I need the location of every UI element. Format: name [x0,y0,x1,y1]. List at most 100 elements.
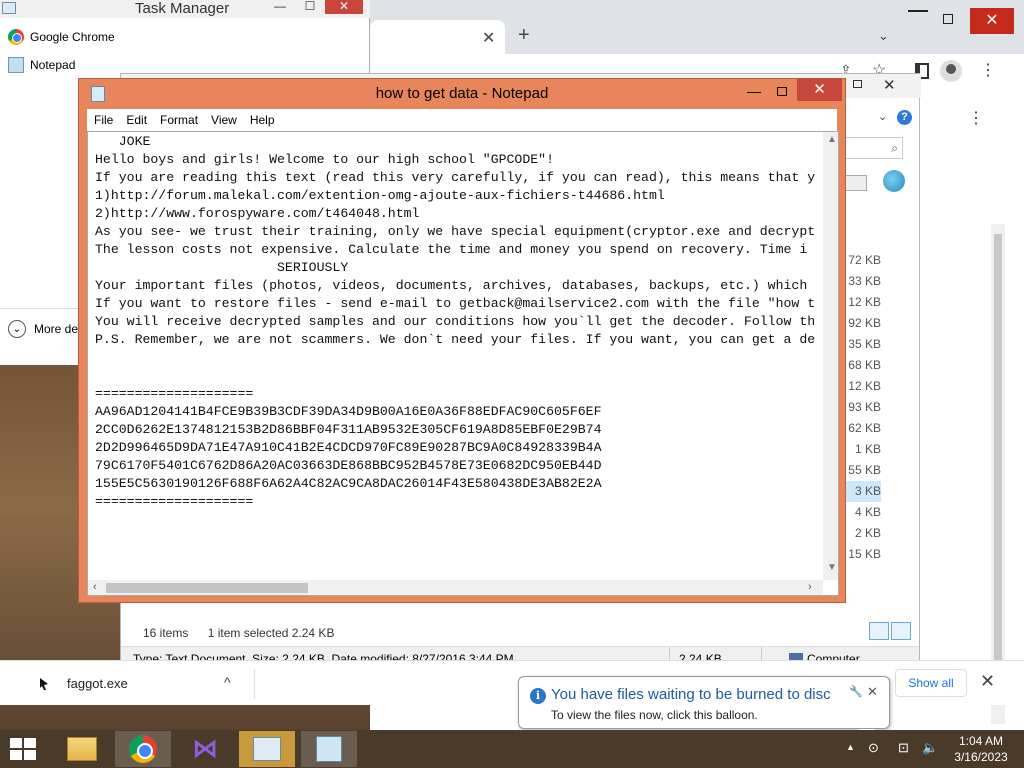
text-line[interactable]: As you see- we trust their training, onl… [95,223,821,241]
text-line[interactable]: 2CC0D6262E1374812153B2D86BBF04F311AB9532… [95,421,821,439]
view-mode-toggle[interactable] [867,622,911,643]
explorer-vertical-scrollbar[interactable] [991,224,1005,724]
show-all-button[interactable]: Show all [895,669,967,697]
taskbar-visual-studio[interactable]: ⋈ [177,731,233,767]
minimize-button[interactable]: — [747,83,761,99]
ribbon-expand-chevron-icon[interactable]: ⌄ [878,110,887,123]
maximize-button[interactable] [853,80,862,88]
tab-close-icon[interactable]: ✕ [482,28,495,48]
notification-balloon[interactable]: i You have files waiting to be burned to… [518,676,890,739]
close-button[interactable]: ✕ [883,76,896,94]
balloon-message: To view the files now, click this balloo… [551,708,758,722]
text-line[interactable]: Hello boys and girls! Welcome to our hig… [95,151,821,169]
taskbar-chrome[interactable] [115,731,171,767]
pin-icon[interactable]: 🔧 [849,685,863,698]
text-line[interactable]: P.S. Remember, we are not scammers. We d… [95,331,821,349]
tab-search-chevron-icon[interactable]: ⌄ [878,28,889,44]
menu-edit[interactable]: Edit [126,113,147,127]
notepad-icon [316,736,342,762]
chevron-down-icon: ⌄ [8,320,26,338]
text-editor[interactable]: JOKE Hello boys and girls! Welcome to our… [87,131,839,596]
item-count: 16 items [143,626,189,640]
text-line[interactable]: The lesson costs not expensive. Calculat… [95,241,821,259]
maximize-button[interactable] [943,14,953,24]
system-clock[interactable]: 1:04 AM 3/16/2023 [950,733,1012,765]
close-button[interactable]: ✕ [325,0,363,14]
show-hidden-icons-chevron[interactable]: ▲ [846,742,855,752]
scroll-thumb[interactable] [994,234,1002,689]
close-button[interactable]: ✕ [797,79,842,101]
search-input[interactable]: ⌕ [841,137,903,159]
profile-avatar[interactable] [940,60,962,82]
vertical-scrollbar[interactable]: ▲ ▼ [823,132,838,580]
chrome-menu-icon[interactable]: ⋮ [980,60,996,80]
notepad-titlebar[interactable]: how to get data - Notepad — ✕ [79,79,845,109]
close-icon[interactable]: ✕ [867,684,878,700]
start-button[interactable] [10,738,38,760]
text-line[interactable]: ==================== [95,385,821,403]
taskbar-notepad[interactable] [301,731,357,767]
close-icon[interactable]: ✕ [980,671,995,692]
text-line[interactable]: AA96AD1204141B4FCE9B39B3CDF39DA34D9B00A1… [95,403,821,421]
menu-help[interactable]: Help [250,113,275,127]
text-line[interactable]: 1)http://forum.malekal.com/extention-omg… [95,187,821,205]
minimize-button[interactable]: — [265,0,295,14]
executable-file-icon [40,678,48,690]
clock-date: 3/16/2023 [954,750,1008,764]
text-line[interactable]: If you are reading this text (read this … [95,169,821,187]
menu-view[interactable]: View [211,113,237,127]
text-line[interactable]: You will receive decrypted samples and o… [95,313,821,331]
volume-icon[interactable]: 🔈 [922,740,938,756]
text-line[interactable]: If you want to restore files - send e-ma… [95,295,821,313]
menu-file[interactable]: File [94,113,113,127]
maximize-button[interactable] [777,87,787,96]
text-line[interactable] [95,349,821,367]
network-icon[interactable]: ⊡ [898,740,914,756]
scroll-down-icon[interactable]: ▼ [827,562,837,573]
chevron-up-icon[interactable]: ^ [224,674,231,690]
menu-format[interactable]: Format [160,113,198,127]
horizontal-scrollbar[interactable]: ‹ › [88,580,823,595]
new-tab-button[interactable]: + [518,24,530,47]
task-manager-title: Task Manager [135,0,230,17]
more-details-button[interactable]: ⌄ More de [8,320,78,338]
scroll-right-icon[interactable]: › [808,581,812,593]
task-manager-titlebar[interactable]: Task Manager — ☐ ✕ [0,0,370,18]
more-details-label: More de [34,322,79,336]
windows-logo-pane [24,738,36,748]
scroll-thumb[interactable] [106,583,308,593]
text-line[interactable]: SERIOUSLY [95,259,821,277]
text-line[interactable]: 79C6170F5401C6762D86A20AC03663DE868BBC95… [95,457,821,475]
visual-studio-icon: ⋈ [192,734,218,764]
divider [254,669,255,699]
taskbar-file-explorer[interactable] [54,731,110,767]
help-icon[interactable]: ? [897,110,912,125]
window-title: how to get data - Notepad [375,85,549,102]
task-list-item-notepad[interactable]: Notepad [8,55,75,75]
taskbar: ⋈ ▲ ⊙ ⊡ 🔈 1:04 AM 3/16/2023 [0,730,1024,768]
text-line[interactable]: 2)http://www.forospyware.com/t464048.htm… [95,205,821,223]
task-list-item-label: Notepad [30,58,76,72]
explorer-status: 16 items 1 item selected 2.24 KB [143,626,334,640]
maximize-button[interactable]: ☐ [295,0,325,14]
minimize-button[interactable] [908,10,928,12]
task-manager-icon [2,2,16,14]
text-line[interactable]: 2D2D996465D9DA71E47A910C41B2E4CDCD970FC8… [95,439,821,457]
large-icons-view-icon[interactable] [891,622,911,640]
page-menu-icon[interactable]: ⋮ [968,108,984,128]
text-line[interactable]: JOKE [95,133,821,151]
scroll-left-icon[interactable]: ‹ [93,581,97,593]
text-line[interactable]: 155E5C5630190126F688F6A62A4C82AC9CA8DAC2… [95,475,821,493]
download-filename[interactable]: faggot.exe [67,676,128,691]
task-list-item-chrome[interactable]: Google Chrome [8,27,115,47]
globe-icon [883,170,905,192]
text-line[interactable] [95,367,821,385]
close-button[interactable]: ✕ [970,8,1014,34]
disc-burn-tray-icon[interactable]: ⊙ [868,740,884,756]
taskbar-task-manager[interactable] [239,731,295,767]
scroll-up-icon[interactable]: ▲ [827,134,837,145]
details-view-icon[interactable] [869,622,889,640]
text-line[interactable]: Your important files (photos, videos, do… [95,277,821,295]
text-line[interactable]: ==================== [95,493,821,511]
document-text[interactable]: JOKE Hello boys and girls! Welcome to our… [95,133,821,573]
